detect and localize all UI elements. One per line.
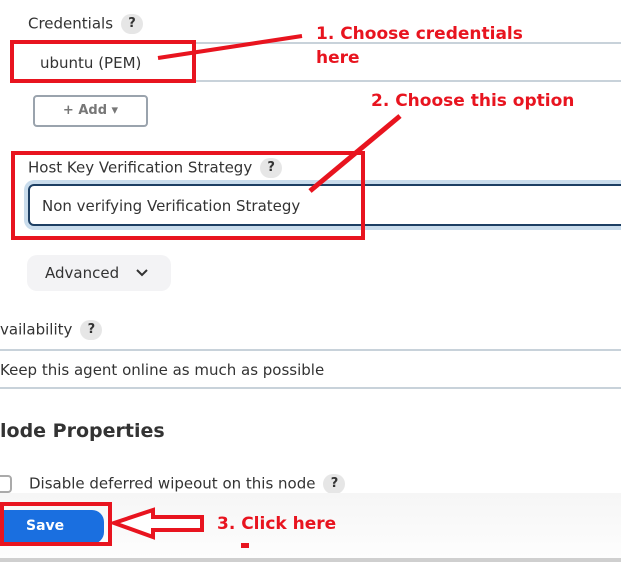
annotation-line-step2 [308,114,402,193]
annotation-arrow-step3 [107,507,204,540]
annotation-dot [241,543,249,548]
annotation-step1-line1: 1. Choose credentials [316,24,523,44]
annotation-step3: 3. Click here [217,514,337,534]
annotation-overlay [107,34,402,548]
annotation-line-step1 [157,34,303,60]
annotation-step1-line2: here [316,48,360,68]
annotation-step2: 2. Choose this option [371,91,575,111]
